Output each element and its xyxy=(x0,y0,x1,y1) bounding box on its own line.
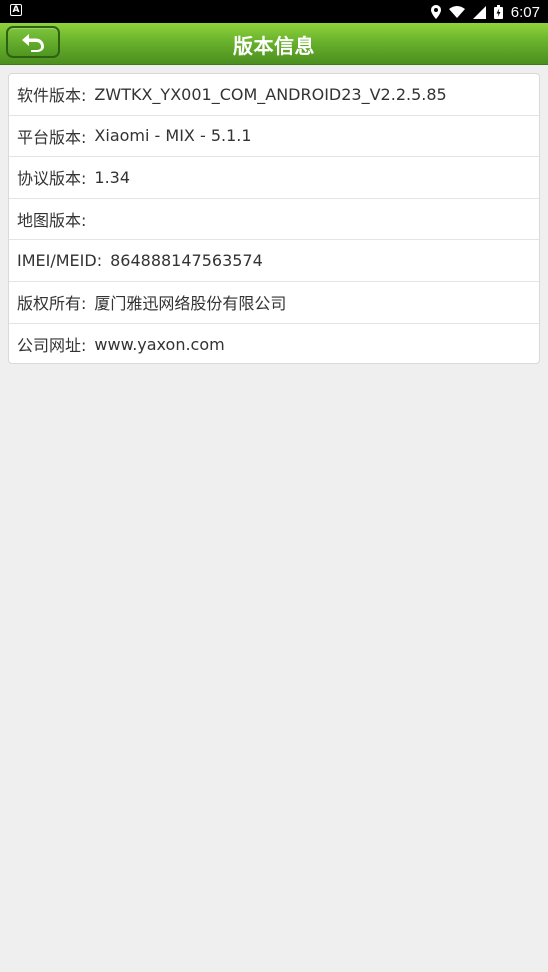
app-bar: 版本信息 xyxy=(0,23,548,65)
info-label: 协议版本: xyxy=(17,169,87,189)
location-icon xyxy=(430,5,441,19)
info-value: Xiaomi - MIX - 5.1.1 xyxy=(94,126,252,146)
info-label: 软件版本: xyxy=(17,86,87,106)
status-bar: A 6:07 xyxy=(0,0,548,23)
info-value: 厦门雅迅网络股份有限公司 xyxy=(94,294,287,314)
info-label: IMEI/MEID: xyxy=(17,251,103,271)
info-value: 864888147563574 xyxy=(110,251,263,271)
info-row-website: 公司网址: www.yaxon.com xyxy=(9,324,539,363)
signal-icon xyxy=(472,5,486,19)
info-row-copyright: 版权所有: 厦门雅迅网络股份有限公司 xyxy=(9,282,539,324)
status-icons: 6:07 xyxy=(430,2,540,22)
battery-icon xyxy=(493,5,503,19)
info-row-map-version: 地图版本: xyxy=(9,199,539,241)
info-row-platform-version: 平台版本: Xiaomi - MIX - 5.1.1 xyxy=(9,116,539,158)
status-time: 6:07 xyxy=(510,3,540,21)
info-label: 公司网址: xyxy=(17,336,87,356)
info-value: www.yaxon.com xyxy=(94,334,225,354)
info-row-imei: IMEI/MEID: 864888147563574 xyxy=(9,240,539,282)
info-label: 平台版本: xyxy=(17,127,87,147)
page-title: 版本信息 xyxy=(233,33,315,58)
wifi-icon xyxy=(448,6,465,18)
info-label: 地图版本: xyxy=(17,211,87,231)
info-row-software-version: 软件版本: ZWTKX_YX001_COM_ANDROID23_V2.2.5.8… xyxy=(9,74,539,116)
info-row-protocol-version: 协议版本: 1.34 xyxy=(9,157,539,199)
info-value: 1.34 xyxy=(94,167,131,187)
notification-a-icon: A xyxy=(10,4,22,16)
info-value: ZWTKX_YX001_COM_ANDROID23_V2.2.5.85 xyxy=(94,84,447,104)
version-info-list: 软件版本: ZWTKX_YX001_COM_ANDROID23_V2.2.5.8… xyxy=(8,73,540,364)
info-label: 版权所有: xyxy=(17,294,87,314)
